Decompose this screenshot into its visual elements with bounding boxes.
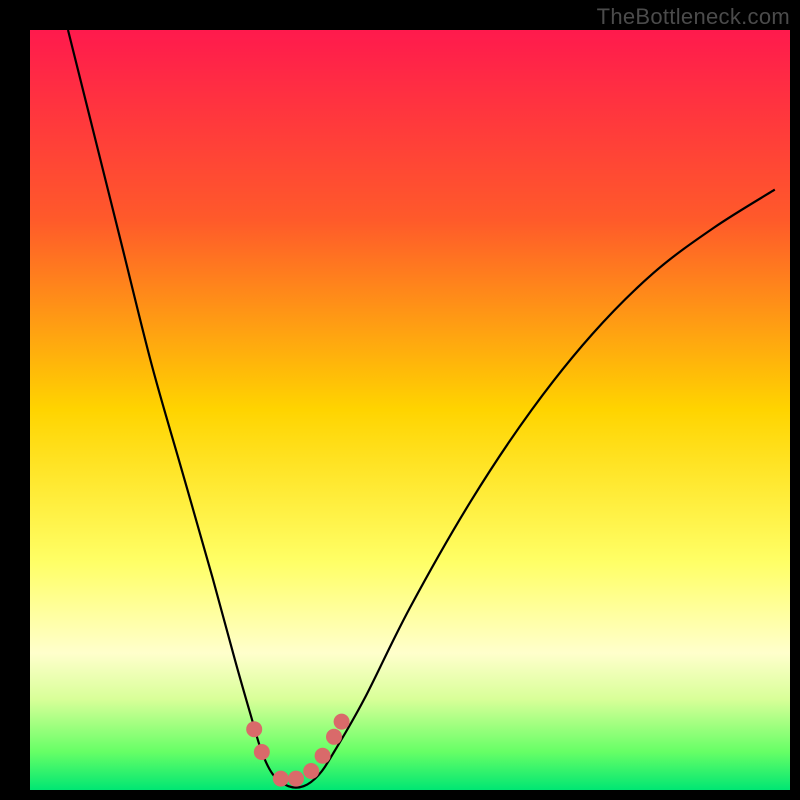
highlight-marker [254, 744, 270, 760]
highlight-marker [303, 763, 319, 779]
chart-svg [30, 30, 790, 790]
highlight-marker [273, 771, 289, 787]
highlight-marker [334, 714, 350, 730]
highlight-marker [288, 771, 304, 787]
highlight-marker [246, 721, 262, 737]
chart-plot-area [30, 30, 790, 790]
highlight-marker [326, 729, 342, 745]
watermark-text: TheBottleneck.com [597, 4, 790, 30]
highlight-marker [315, 748, 331, 764]
gradient-background [30, 30, 790, 790]
